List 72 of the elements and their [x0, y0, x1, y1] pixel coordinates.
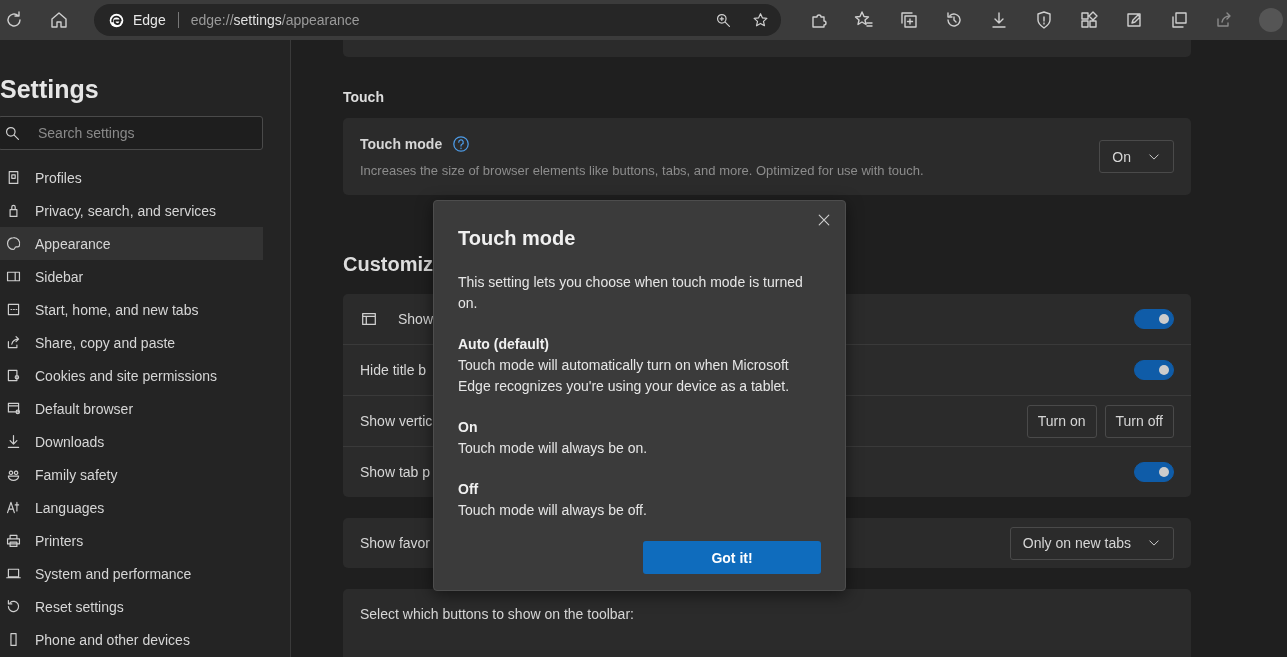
- url-text: edge://settings/appearance: [190, 12, 361, 28]
- shield-icon[interactable]: [1034, 10, 1054, 30]
- sidebar-item[interactable]: Sidebar: [0, 260, 263, 293]
- menu-item-icon: [5, 301, 22, 318]
- sidebar-item[interactable]: Cookies and site permissions: [0, 359, 263, 392]
- copy-icon[interactable]: [1169, 10, 1189, 30]
- settings-title: Settings: [0, 75, 100, 104]
- action-button[interactable]: Turn off: [1104, 404, 1174, 438]
- search-field[interactable]: Search settings: [0, 116, 263, 150]
- site-label: Edge: [133, 12, 166, 28]
- sidebar-item[interactable]: Printers: [0, 524, 263, 557]
- toggle-switch[interactable]: [1134, 360, 1174, 380]
- section-heading: Touch: [343, 89, 384, 105]
- option-name: On: [458, 418, 479, 437]
- dropdown[interactable]: On: [1099, 140, 1174, 173]
- setting-description: Increases the size of browser elements like buttons, tabs, and more. Optimized for use with touch.: [360, 163, 925, 178]
- favorites-icon[interactable]: [854, 10, 874, 30]
- option-description: Touch mode will always be on.: [458, 439, 649, 458]
- sidebar-item[interactable]: Languages: [0, 491, 263, 524]
- share-icon[interactable]: [1214, 10, 1234, 30]
- menu-item-icon: [5, 433, 22, 450]
- menu-item-icon: [5, 367, 22, 384]
- setting-label: Show favor: [360, 535, 431, 551]
- sidebar-item[interactable]: Privacy, search, and services: [0, 194, 263, 227]
- refresh-icon[interactable]: [4, 10, 24, 30]
- browser-logo-icon: [108, 11, 125, 29]
- menu-item-icon: [5, 499, 22, 516]
- action-button[interactable]: Turn on: [1026, 404, 1097, 438]
- setting-label: Touch mode: [360, 136, 443, 152]
- favorite-add-icon[interactable]: [752, 11, 769, 29]
- sidebar-item[interactable]: Reset settings: [0, 590, 263, 623]
- edit-icon[interactable]: [1124, 10, 1144, 30]
- option-name: Auto (default): [458, 335, 550, 354]
- dropdown[interactable]: Only on new tabs: [1009, 526, 1174, 560]
- sidebar-item[interactable]: Downloads: [0, 425, 263, 458]
- menu-item-icon: [5, 334, 22, 351]
- setting-label: Show tab p: [360, 464, 431, 480]
- toggle-switch[interactable]: [1134, 462, 1174, 482]
- setting-label: Select which buttons to show on the toolbar:: [360, 606, 634, 622]
- option-description: Touch mode will always be off.: [458, 501, 648, 520]
- menu-item-icon: [5, 598, 22, 615]
- sidebar-item[interactable]: Family safety: [0, 458, 263, 491]
- search-icon: [4, 125, 21, 142]
- sidebar-item[interactable]: Profiles: [0, 161, 263, 194]
- sidebar-item[interactable]: Share, copy and paste: [0, 326, 263, 359]
- dialog-text: This setting lets you choose when touch mode is turned on.: [458, 273, 804, 313]
- download-icon[interactable]: [989, 10, 1009, 30]
- history-icon[interactable]: [944, 10, 964, 30]
- menu-item-icon: [5, 235, 22, 252]
- setting-label: Show vertic: [360, 413, 433, 429]
- sidebar-item[interactable]: Phone and other devices: [0, 623, 263, 656]
- home-icon[interactable]: [49, 10, 69, 30]
- got-it-button[interactable]: Got it!: [643, 541, 821, 574]
- sidebar-item[interactable]: System and performance: [0, 557, 263, 590]
- setting-label: Show: [398, 311, 434, 327]
- help-icon[interactable]: [452, 135, 471, 153]
- zoom-icon[interactable]: [715, 11, 732, 29]
- dialog-title: Touch mode: [458, 227, 577, 250]
- toggle-switch[interactable]: [1134, 309, 1174, 329]
- option-name: Off: [458, 480, 480, 499]
- section-heading: Customiz: [343, 253, 433, 276]
- menu-item-icon: [5, 532, 22, 549]
- menu-item-icon: [5, 400, 22, 417]
- close-icon[interactable]: [816, 212, 832, 228]
- setting-label: Hide title b: [360, 362, 427, 378]
- sidebar-item[interactable]: Default browser: [0, 392, 263, 425]
- sidebar-item[interactable]: Start, home, and new tabs: [0, 293, 263, 326]
- address-bar[interactable]: Edge edge://settings/appearance: [94, 4, 781, 36]
- sidebar-item[interactable]: Appearance: [0, 227, 263, 260]
- option-description: Touch mode will automatically turn on when Microsoft Edge recognizes you're using your device as a tablet.: [458, 356, 791, 396]
- collections-icon[interactable]: [899, 10, 919, 30]
- apps-icon[interactable]: [1079, 10, 1099, 30]
